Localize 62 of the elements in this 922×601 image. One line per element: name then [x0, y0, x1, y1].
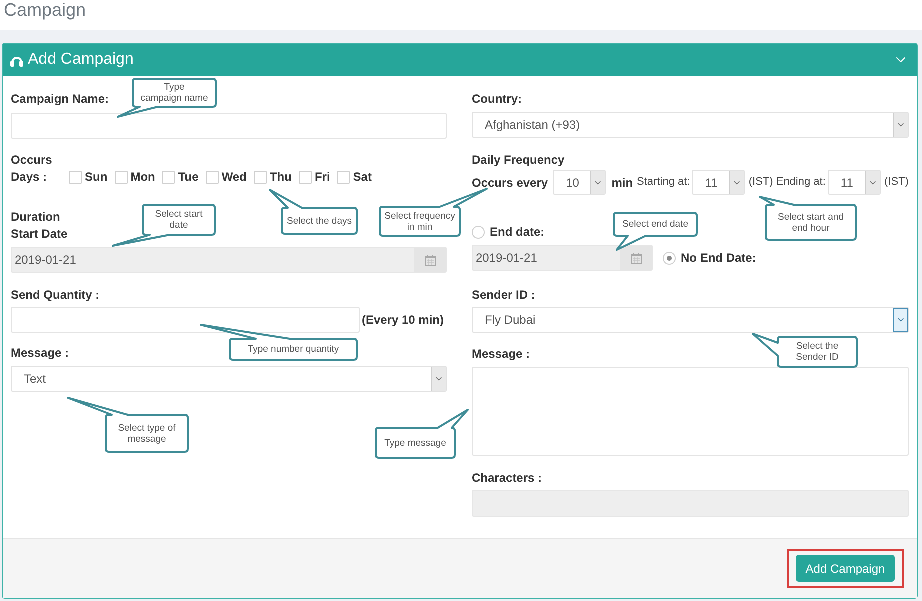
checkbox[interactable] — [114, 170, 128, 184]
callout-text: Select type of message — [117, 422, 177, 446]
chevron-down-icon — [864, 171, 880, 194]
frequency-label: (IST) Ending at: — [748, 175, 826, 190]
callout-text: Type campaign name — [140, 81, 210, 106]
callout-text: Type number quantity — [246, 343, 340, 357]
checkbox[interactable] — [298, 170, 312, 184]
callout-text: Select the Sender ID — [795, 340, 840, 365]
message-type-select[interactable]: Text — [11, 366, 447, 392]
field-label: Country: — [472, 91, 522, 107]
field-label: Message : — [11, 345, 70, 361]
chevron-down-icon — [728, 171, 744, 194]
frequency-label: Starting at: — [637, 175, 690, 190]
day-label: Mon — [130, 169, 156, 186]
callout-text: Select end date — [621, 218, 690, 232]
frequency-label: min — [612, 174, 634, 192]
checkbox[interactable] — [162, 170, 176, 184]
quantity-input[interactable] — [11, 307, 360, 333]
field-label: Days : — [11, 169, 48, 186]
checkbox[interactable] — [254, 170, 267, 184]
chevron-down-icon — [590, 171, 605, 194]
field-label: Send Quantity : — [11, 287, 100, 303]
page-title: Campaign — [4, 0, 86, 20]
day-label: Sat — [353, 169, 372, 186]
field-label: Occurs — [11, 152, 52, 168]
callout-text: Select the days — [286, 214, 353, 228]
panel-title: Add Campaign — [28, 50, 134, 70]
field-label: Message : — [472, 346, 530, 362]
chevron-down-icon — [431, 367, 446, 391]
frequency-select[interactable]: 10 — [553, 170, 606, 195]
message-textarea[interactable] — [472, 367, 909, 456]
radio-label: End date: — [490, 224, 545, 241]
checkbox[interactable] — [206, 170, 219, 184]
field-label: Sender ID : — [472, 287, 536, 303]
interval-note: (Every 10 min) — [362, 312, 444, 329]
day-label: Tue — [178, 169, 199, 186]
field-label: Campaign Name: — [11, 91, 110, 107]
chevron-down-icon — [893, 113, 908, 137]
day-label: Thu — [270, 169, 292, 186]
radio-button[interactable] — [663, 252, 676, 264]
radio-button[interactable] — [472, 226, 485, 238]
field-label: Daily Frequency — [472, 152, 565, 168]
field-label: Duration — [11, 209, 60, 225]
frequency-label: Occurs every — [472, 174, 548, 192]
field-label: Characters : — [472, 470, 542, 486]
day-label: Fri — [314, 169, 330, 186]
frequency-label: (IST) — [884, 175, 909, 190]
campaign-name-input[interactable] — [11, 113, 447, 139]
sender-id-select[interactable]: Fly Dubai — [472, 307, 909, 333]
callout-text: Select start and end hour — [776, 210, 845, 236]
field-label: Start Date — [11, 226, 68, 242]
frequency-select[interactable]: 11 — [692, 170, 745, 195]
callout-text: Select start date — [154, 208, 204, 233]
day-label: Sun — [85, 169, 108, 186]
checkbox[interactable] — [337, 170, 350, 184]
country-select[interactable]: Afghanistan (+93) — [472, 112, 909, 138]
checkbox[interactable] — [69, 170, 82, 184]
callout-text: Select frequency in min — [384, 210, 456, 234]
frequency-select[interactable]: 11 — [828, 170, 881, 195]
day-label: Wed — [222, 169, 247, 186]
radio-label: No End Date: — [681, 250, 756, 267]
callout-text: Type message — [384, 436, 448, 450]
